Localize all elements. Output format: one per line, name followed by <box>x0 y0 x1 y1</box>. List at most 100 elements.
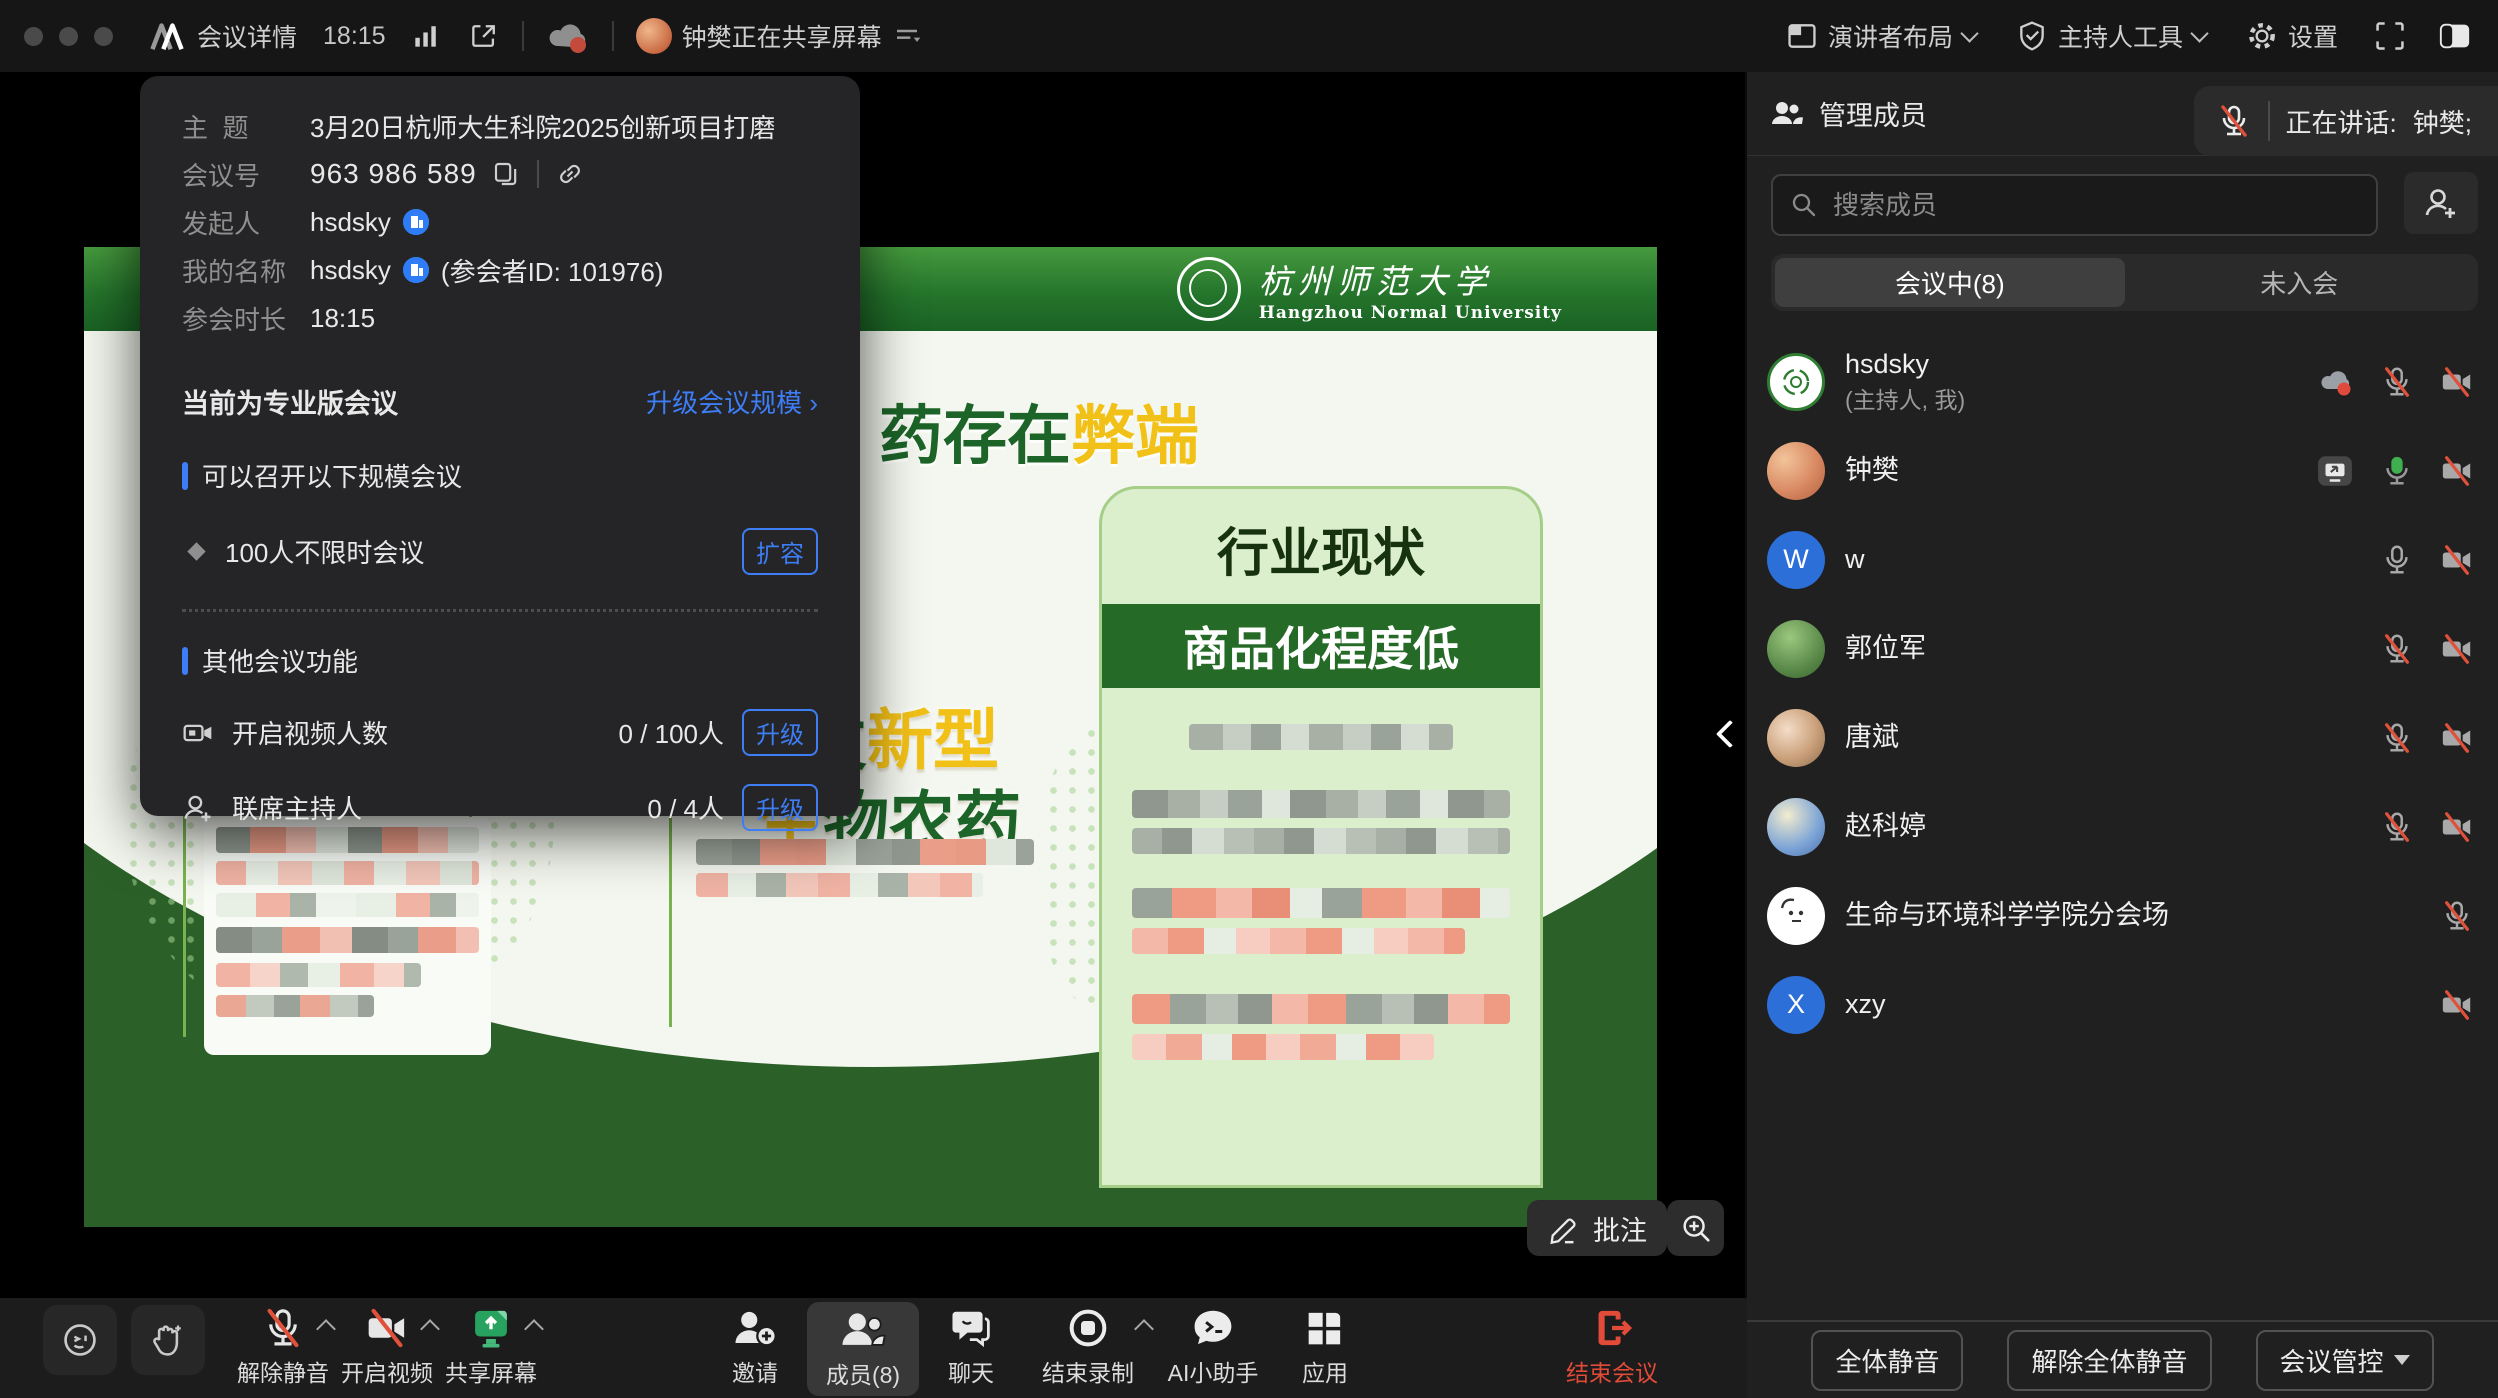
chevron-up-icon[interactable] <box>1134 1319 1154 1339</box>
host-tools-label: 主持人工具 <box>2058 18 2183 54</box>
video-count-label: 开启视频人数 <box>232 714 388 751</box>
avatar <box>1767 887 1825 945</box>
apps-button[interactable]: 应用 <box>1273 1298 1377 1388</box>
window-zoom-button[interactable] <box>94 27 113 46</box>
member-row[interactable]: X xzy <box>1747 960 2498 1049</box>
meeting-controls-label: 会议管控 <box>2280 1342 2384 1379</box>
card-subtitle-bar: 商品化程度低 <box>1102 604 1540 688</box>
annotate-button[interactable]: 批注 <box>1527 1200 1667 1256</box>
start-video-button[interactable]: 开启视频 <box>335 1298 439 1388</box>
org-badge-icon <box>403 257 429 283</box>
upgrade-scale-link[interactable]: 升级会议规模 › <box>646 383 818 420</box>
member-row[interactable]: W w <box>1747 515 2498 604</box>
tab-in-meeting[interactable]: 会议中(8) <box>1775 258 2125 307</box>
chevron-up-icon[interactable] <box>420 1319 440 1339</box>
share-screen-label: 共享屏幕 <box>445 1354 537 1388</box>
camera-muted-icon[interactable] <box>2440 454 2474 488</box>
window-minimize-button[interactable] <box>59 27 78 46</box>
member-name: 唐斌 <box>1845 721 1899 753</box>
mic-muted-icon[interactable] <box>2440 899 2474 933</box>
annotate-label: 批注 <box>1593 1209 1647 1248</box>
mic-icon[interactable] <box>2380 543 2414 577</box>
camera-muted-icon[interactable] <box>2440 721 2474 755</box>
mic-muted-icon <box>261 1305 305 1351</box>
sharing-status-text: 钟樊正在共享屏幕 <box>682 18 882 54</box>
host-label: 发起人 <box>182 204 310 241</box>
duration-label: 参会时长 <box>182 300 310 337</box>
mute-all-button[interactable]: 全体静音 <box>1811 1330 1963 1391</box>
mic-muted-icon[interactable] <box>2380 632 2414 666</box>
settings-button[interactable]: 设置 <box>2246 18 2338 54</box>
share-out-icon[interactable] <box>468 20 500 52</box>
cohost-upgrade-button[interactable]: 升级 <box>742 784 818 831</box>
my-name-value: hsdsky <box>310 255 391 286</box>
chevron-up-icon[interactable] <box>524 1319 544 1339</box>
layout-selector[interactable]: 演讲者布局 <box>1786 18 1976 54</box>
mic-muted-icon[interactable] <box>2380 721 2414 755</box>
member-add-icon <box>2423 185 2459 221</box>
screen-share-icon <box>469 1305 513 1351</box>
sharing-status[interactable]: 钟樊正在共享屏幕 <box>636 18 922 54</box>
mic-muted-icon[interactable] <box>2216 103 2252 139</box>
link-icon[interactable] <box>555 159 585 189</box>
camera-muted-icon[interactable] <box>2440 365 2474 399</box>
end-meeting-button[interactable]: 结束会议 <box>1537 1298 1687 1388</box>
avatar: W <box>1767 531 1825 589</box>
section-marker <box>182 462 188 490</box>
avatar <box>1767 798 1825 856</box>
member-row[interactable]: 唐斌 <box>1747 693 2498 782</box>
camera-muted-icon[interactable] <box>2440 543 2474 577</box>
capacity-item-label: 100人不限时会议 <box>225 533 424 570</box>
cloud-icon[interactable] <box>546 18 590 54</box>
duration-value: 18:15 <box>310 303 375 334</box>
member-row[interactable]: 生命与环境科学学院分会场 <box>1747 871 2498 960</box>
zoom-in-button[interactable] <box>1667 1200 1724 1256</box>
share-screen-button[interactable]: 共享屏幕 <box>439 1298 543 1388</box>
collapse-sidebar-chevron[interactable] <box>1716 720 1734 750</box>
invite-button[interactable]: 邀请 <box>703 1298 807 1388</box>
member-search[interactable] <box>1771 174 2378 236</box>
unmute-button[interactable]: 解除静音 <box>231 1298 335 1388</box>
stop-record-button[interactable]: 结束录制 <box>1023 1298 1153 1388</box>
camera-muted-icon[interactable] <box>2440 988 2474 1022</box>
member-name: w <box>1845 543 1865 575</box>
university-name-cn: 杭州师范大学 <box>1259 255 1562 303</box>
members-button[interactable]: 成员(8) <box>807 1302 919 1396</box>
cohost-label: 联席主持人 <box>232 789 362 826</box>
meeting-detail-label[interactable]: 会议详情 <box>197 18 297 54</box>
member-row[interactable]: hsdsky (主持人, 我) <box>1747 337 2498 426</box>
member-row[interactable]: 赵科婷 <box>1747 782 2498 871</box>
camera-muted-icon[interactable] <box>2440 632 2474 666</box>
member-row[interactable]: 钟樊 <box>1747 426 2498 515</box>
meeting-controls-button[interactable]: 会议管控 <box>2256 1330 2434 1391</box>
raise-hand-button[interactable] <box>131 1305 205 1375</box>
share-list-icon[interactable] <box>892 21 922 51</box>
chat-icon <box>949 1305 993 1351</box>
video-upgrade-button[interactable]: 升级 <box>742 709 818 756</box>
camera-muted-icon[interactable] <box>2440 810 2474 844</box>
host-tools-selector[interactable]: 主持人工具 <box>2016 18 2206 54</box>
expand-capacity-button[interactable]: 扩容 <box>742 528 818 575</box>
member-add-button[interactable] <box>2404 172 2478 234</box>
ai-assistant-button[interactable]: AI小助手 <box>1153 1298 1273 1388</box>
window-close-button[interactable] <box>24 27 43 46</box>
ai-assistant-icon <box>1190 1305 1236 1351</box>
mic-muted-icon[interactable] <box>2380 365 2414 399</box>
tab-not-joined[interactable]: 未入会 <box>2125 258 2475 307</box>
emoji-icon <box>60 1320 100 1360</box>
reactions-button[interactable] <box>43 1305 117 1375</box>
unmute-all-button[interactable]: 解除全体静音 <box>2007 1330 2211 1391</box>
copy-icon[interactable] <box>491 159 521 189</box>
search-input[interactable] <box>1831 189 2360 222</box>
meeting-detail-menu[interactable]: 会议详情 <box>147 18 297 54</box>
mic-muted-icon[interactable] <box>2380 810 2414 844</box>
screen-share-badge-icon[interactable] <box>2316 452 2354 490</box>
chat-button[interactable]: 聊天 <box>919 1298 1023 1388</box>
mic-active-icon[interactable] <box>2380 454 2414 488</box>
topic-value: 3月20日杭师大生科院2025创新项目打磨 <box>310 108 775 145</box>
side-panel-icon[interactable] <box>2438 19 2472 53</box>
fullscreen-icon[interactable] <box>2374 20 2406 52</box>
chevron-up-icon[interactable] <box>316 1319 336 1339</box>
cloud-recording-icon[interactable] <box>2318 364 2354 400</box>
member-row[interactable]: 郭位军 <box>1747 604 2498 693</box>
